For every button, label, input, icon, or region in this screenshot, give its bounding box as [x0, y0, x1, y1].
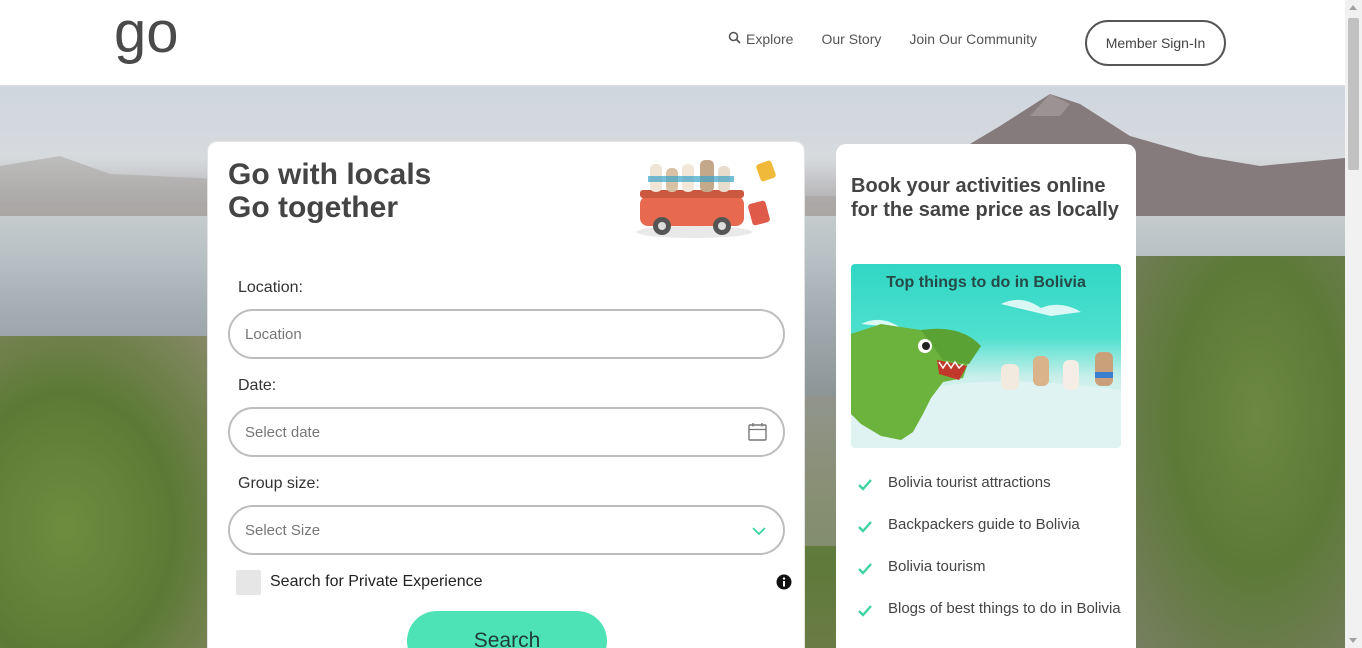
hero-ground-left: [0, 336, 220, 648]
go-logo[interactable]: go: [114, 0, 214, 70]
nav-explore[interactable]: Explore: [728, 31, 793, 47]
location-input[interactable]: Location: [228, 309, 785, 359]
date-placeholder: Select date: [245, 423, 321, 441]
group-size-select[interactable]: Select Size: [228, 505, 785, 555]
location-placeholder: Location: [245, 325, 302, 343]
title-line-2: Go together: [228, 191, 398, 224]
title-line-1: Go with locals: [228, 158, 432, 191]
nav-join-community[interactable]: Join Our Community: [909, 31, 1037, 47]
hero-ground-right: [1125, 256, 1345, 648]
date-label: Date:: [238, 377, 277, 394]
group-size-placeholder: Select Size: [245, 521, 321, 539]
dinosaur-llamas-illustration: [851, 299, 1121, 448]
link-text: Backpackers guide to Bolivia: [888, 516, 1080, 533]
private-experience-label: Search for Private Experience: [270, 573, 483, 590]
scroll-up-icon[interactable]: [1349, 5, 1357, 10]
group-size-label: Group size:: [238, 475, 320, 492]
link-text: Bolivia tourism: [888, 558, 986, 575]
main-nav: Explore Our Story Join Our Community: [728, 31, 1065, 47]
check-icon: [858, 560, 872, 582]
link-text: Blogs of best things to do in Bolivia: [888, 600, 1121, 617]
calendar-icon[interactable]: [748, 422, 767, 445]
check-icon: [858, 476, 872, 498]
bolivia-links-list: Bolivia tourist attractions Backpackers …: [858, 472, 1123, 640]
nav-our-story-label: Our Story: [821, 31, 882, 47]
bolivia-promo-banner[interactable]: Top things to do in Bolivia: [851, 264, 1121, 448]
list-item[interactable]: Bolivia tourism: [858, 556, 1123, 582]
chevron-down-icon: [751, 523, 767, 540]
scroll-down-icon[interactable]: [1349, 638, 1357, 643]
booking-info-card: Book your activities online for the same…: [836, 144, 1136, 648]
member-signin-button[interactable]: Member Sign-In: [1085, 20, 1226, 66]
svg-text:go: go: [114, 14, 179, 65]
nav-join-community-label: Join Our Community: [909, 31, 1037, 47]
site-header: go Explore Our Story Join Our Community …: [0, 0, 1345, 86]
private-experience-checkbox[interactable]: [236, 570, 261, 595]
list-item[interactable]: Bolivia tourist attractions: [858, 472, 1123, 498]
search-icon: [728, 31, 746, 47]
info-icon[interactable]: [776, 574, 792, 595]
search-card-title: Go with locals Go together: [228, 158, 431, 224]
link-text: Bolivia tourist attractions: [888, 474, 1051, 491]
search-card: Go with locals Go together Location: Loc…: [207, 141, 805, 648]
booking-info-title: Book your activities online for the same…: [851, 175, 1119, 221]
nav-explore-label: Explore: [746, 31, 794, 47]
llama-bus-illustration: [634, 154, 784, 240]
location-label: Location:: [238, 279, 303, 296]
scroll-thumb[interactable]: [1348, 18, 1359, 170]
check-icon: [858, 518, 872, 540]
list-item[interactable]: Blogs of best things to do in Bolivia: [858, 598, 1123, 624]
list-item[interactable]: Backpackers guide to Bolivia: [858, 514, 1123, 540]
check-icon: [858, 602, 872, 624]
search-button[interactable]: Search: [407, 611, 607, 648]
nav-our-story[interactable]: Our Story: [821, 31, 881, 47]
page-scrollbar[interactable]: [1345, 0, 1362, 648]
date-input[interactable]: Select date: [228, 407, 785, 457]
